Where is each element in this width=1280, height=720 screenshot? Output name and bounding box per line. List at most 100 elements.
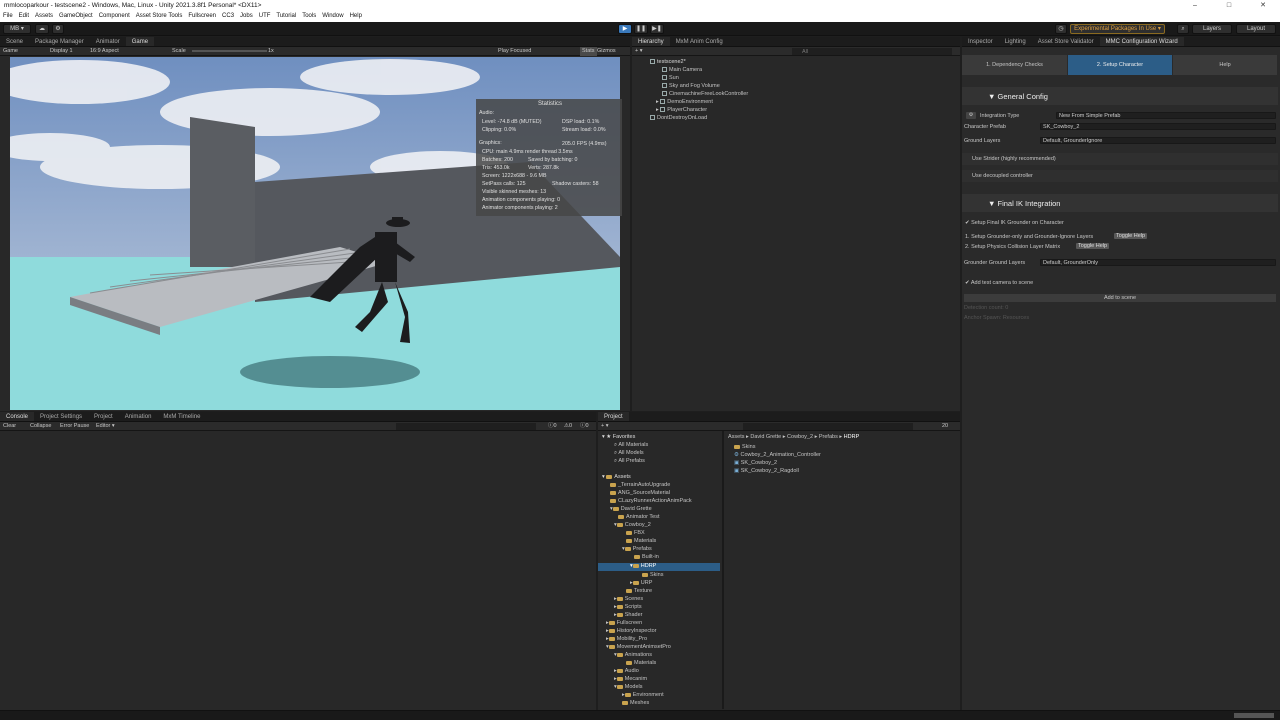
folder-item[interactable]: ▸ HistoryInspector	[606, 628, 657, 634]
folder-item[interactable]: ▸ Mecanim	[614, 676, 647, 682]
layers-dropdown[interactable]: Layers	[1192, 24, 1232, 34]
scale-slider[interactable]	[192, 50, 267, 52]
project-search-input[interactable]	[743, 423, 913, 430]
favorites-header[interactable]: ▾ ★ Favorites	[602, 434, 635, 440]
folder-item[interactable]: Built-in	[634, 554, 659, 560]
cloud-icon[interactable]: ☁	[35, 24, 49, 34]
folder-item[interactable]: Meshes	[622, 700, 649, 706]
folder-item[interactable]: ▸ Fullscreen	[606, 620, 642, 626]
layout-dropdown[interactable]: Layout	[1236, 24, 1276, 34]
maximize-button[interactable]: □	[1212, 0, 1246, 11]
game-mode-dropdown[interactable]: Game	[3, 47, 18, 56]
breadcrumb-david-grette[interactable]: David Grette	[750, 434, 781, 440]
tab-animation[interactable]: Animation	[119, 412, 158, 421]
folder-item[interactable]: Materials	[626, 660, 656, 666]
tab-mxm-anim-config[interactable]: MxM Anim Config	[670, 37, 729, 46]
tab-scene[interactable]: Scene	[0, 37, 29, 46]
tab-mmc-wizard[interactable]: MMC Configuration Wizard	[1099, 37, 1184, 46]
folder-item[interactable]: Animator Test	[618, 514, 660, 520]
hierarchy-item-sun[interactable]: Sun	[662, 75, 679, 81]
clear-button[interactable]: Clear	[3, 422, 16, 431]
tab-inspector[interactable]: Inspector	[962, 37, 999, 46]
error-pause-button[interactable]: Error Pause	[60, 422, 89, 431]
error-count[interactable]: ⓘ 0	[580, 422, 589, 431]
folder-item[interactable]: FBX	[626, 530, 645, 536]
menu-help[interactable]: Help	[350, 11, 362, 22]
menu-cc3[interactable]: CC3	[222, 11, 234, 22]
use-strider-toggle[interactable]: Use Strider (highly recommended)	[972, 156, 1056, 162]
toggle-help-button-1[interactable]: Toggle Help	[1114, 233, 1148, 239]
toggle-help-button-2[interactable]: Toggle Help	[1076, 243, 1110, 249]
character-prefab-field[interactable]: SK_Cowboy_2	[1040, 123, 1276, 130]
breadcrumb-assets[interactable]: Assets	[728, 434, 745, 440]
experimental-packages-badge[interactable]: Experimental Packages In Use ▾	[1070, 24, 1165, 34]
log-count[interactable]: ⓘ 0	[548, 422, 557, 431]
folder-item[interactable]: ▸ Environment	[622, 692, 664, 698]
hierarchy-item-main-camera[interactable]: Main Camera	[662, 67, 702, 73]
tab-project[interactable]: Project	[598, 412, 629, 421]
tab-game[interactable]: Game	[125, 37, 155, 46]
hierarchy-search-input[interactable]: All	[792, 48, 952, 55]
gizmos-button[interactable]: Gizmos	[597, 47, 616, 56]
menu-fullscreen[interactable]: Fullscreen	[188, 11, 216, 22]
menu-component[interactable]: Component	[99, 11, 130, 22]
folder-item[interactable]: ▾ Cowboy_2	[614, 522, 651, 528]
tab-project-bottom[interactable]: Project	[88, 412, 119, 421]
folder-item[interactable]: ▾ MovementAnimsetPro	[606, 644, 671, 650]
menu-tools[interactable]: Tools	[302, 11, 316, 22]
display-dropdown[interactable]: Display 1	[50, 47, 73, 56]
collapse-button[interactable]: Collapse	[30, 422, 51, 431]
menu-utf[interactable]: UTF	[259, 11, 271, 22]
file-item[interactable]: ▣ SK_Cowboy_2	[734, 460, 777, 466]
favorite-all-materials[interactable]: ⌕ All Materials	[614, 442, 648, 449]
ground-layers-dropdown[interactable]: Default, GrounderIgnore	[1040, 137, 1276, 144]
account-button[interactable]: MB ▾	[3, 24, 31, 34]
menu-tutorial[interactable]: Tutorial	[276, 11, 296, 22]
tab-console[interactable]: Console	[0, 412, 35, 421]
minimize-button[interactable]: –	[1178, 0, 1212, 11]
menu-window[interactable]: Window	[322, 11, 343, 22]
folder-item[interactable]: Texture	[626, 588, 652, 594]
use-decoupled-toggle[interactable]: Use decoupled controller	[972, 173, 1033, 179]
folder-item[interactable]: ▸ Scripts	[614, 604, 642, 610]
tab-asset-store-validator[interactable]: Asset Store Validator	[1032, 37, 1100, 46]
menu-file[interactable]: File	[3, 11, 13, 22]
tab-dependency-checks[interactable]: 1. Dependency Checks	[962, 55, 1067, 75]
add-test-camera-toggle[interactable]: ✔ Add test camera to scene	[965, 280, 1033, 286]
setup-final-ik-toggle[interactable]: ✔ Setup Final IK Grounder on Character	[965, 220, 1064, 226]
folder-item[interactable]: ANG_SourceMaterial	[610, 490, 670, 496]
folder-hdrp-selected[interactable]: ▾ HDRP	[598, 563, 720, 571]
hierarchy-item-dont-destroy[interactable]: DontDestroyOnLoad	[650, 115, 707, 121]
breadcrumb-cowboy[interactable]: Cowboy_2	[787, 434, 813, 440]
hierarchy-item-demo-environment[interactable]: ▸ DemoEnvironment	[656, 99, 713, 105]
folder-item[interactable]: ▾ David Grette	[610, 506, 652, 512]
tab-help[interactable]: Help	[1173, 55, 1277, 75]
tab-setup-character[interactable]: 2. Setup Character	[1068, 55, 1172, 75]
add-icon[interactable]: + ▾	[635, 47, 643, 56]
folder-item[interactable]: ▸ Scenes	[614, 596, 643, 602]
step-button[interactable]: ▶❚	[650, 24, 664, 34]
menu-assets[interactable]: Assets	[35, 11, 53, 22]
project-add-icon[interactable]: + ▾	[601, 422, 609, 431]
console-search-input[interactable]	[396, 423, 536, 430]
menu-gameobject[interactable]: GameObject	[59, 11, 93, 22]
add-to-scene-button[interactable]: Add to scene	[964, 294, 1276, 302]
folder-item[interactable]: Materials	[626, 538, 656, 544]
favorite-all-prefabs[interactable]: ⌕ All Prefabs	[614, 458, 645, 465]
folder-assets[interactable]: ▾ Assets	[602, 474, 631, 480]
tab-animator[interactable]: Animator	[90, 37, 126, 46]
warning-count[interactable]: ⚠ 0	[564, 422, 572, 431]
status-icons[interactable]	[1234, 713, 1274, 718]
breadcrumb-prefabs[interactable]: Prefabs	[819, 434, 838, 440]
integration-type-dropdown[interactable]: New From Simple Prefab	[1056, 112, 1276, 119]
tab-package-manager[interactable]: Package Manager	[29, 37, 90, 46]
tab-project-settings[interactable]: Project Settings	[34, 412, 88, 421]
hierarchy-item-player-character[interactable]: ▸ PlayerCharacter	[656, 107, 707, 113]
hierarchy-item-sky-fog[interactable]: Sky and Fog Volume	[662, 83, 720, 89]
tab-lighting[interactable]: Lighting	[999, 37, 1032, 46]
folder-item[interactable]: _TerrainAutoUpgrade	[610, 482, 670, 488]
tab-hierarchy[interactable]: Hierarchy	[632, 37, 670, 46]
play-focused-dropdown[interactable]: Play Focused	[498, 47, 531, 56]
file-item[interactable]: ⚙ Cowboy_2_Animation_Controller	[734, 452, 821, 458]
grounder-layers-dropdown[interactable]: Default, GrounderOnly	[1040, 259, 1276, 266]
